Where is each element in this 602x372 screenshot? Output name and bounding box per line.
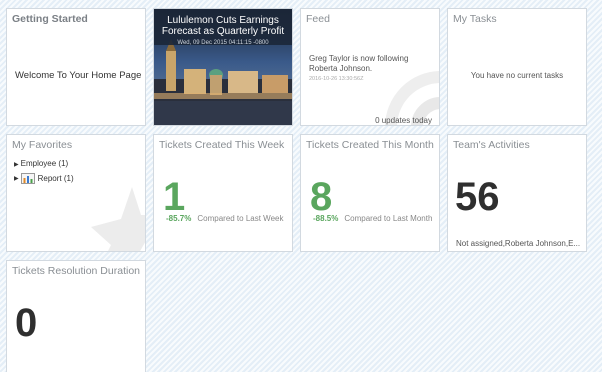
favorite-item-label[interactable]: Report (1)	[38, 174, 74, 183]
tile-title: Tickets Resolution Duration	[12, 265, 140, 277]
tile-title: Getting Started	[12, 13, 88, 25]
my-favorites-tile: My Favorites ▶ Employee (1) ▶ Report (1)	[6, 134, 146, 252]
tile-title: My Tasks	[453, 13, 497, 25]
tile-title: Team's Activities	[453, 139, 530, 151]
tickets-week-comparison: -85.7% Compared to Last Week	[166, 214, 283, 223]
feed-timestamp: 2016-10-26 13:30:56Z	[309, 76, 364, 82]
resolution-duration-tile: Tickets Resolution Duration 0	[6, 260, 146, 372]
tickets-month-value: 8	[310, 175, 333, 219]
tile-title: Tickets Created This Week	[159, 139, 285, 151]
resolution-duration-value: 0	[15, 301, 38, 345]
tickets-month-comparison: -88.5% Compared to Last Month	[313, 214, 432, 223]
feed-tile: Feed Greg Taylor is now following Robert…	[300, 8, 440, 126]
team-activities-tile: Team's Activities 56 Not assigned,Robert…	[447, 134, 587, 252]
tickets-week-value: 1	[163, 175, 186, 219]
welcome-text: Welcome To Your Home Page	[15, 70, 142, 81]
favorite-item-employee[interactable]: ▶ Employee (1)	[14, 159, 68, 168]
favorite-item-report[interactable]: ▶ Report (1)	[14, 173, 74, 184]
tickets-month-tile: Tickets Created This Month 8 -88.5% Compa…	[300, 134, 440, 252]
news-tile[interactable]: Lululemon Cuts Earnings Forecast as Quar…	[153, 8, 293, 126]
no-tasks-text: You have no current tasks	[470, 71, 564, 80]
tickets-week-tile: Tickets Created This Week 1 -85.7% Compar…	[153, 134, 293, 252]
star-icon	[91, 187, 145, 251]
tickets-month-change: -88.5%	[313, 214, 339, 223]
report-icon	[20, 173, 35, 184]
comparison-label: Compared to Last Month	[344, 214, 433, 223]
getting-started-tile: Getting Started Welcome To Your Home Pag…	[6, 8, 146, 126]
feed-updates: 0 updates today	[375, 116, 432, 125]
comparison-label: Compared to Last Week	[197, 214, 284, 223]
feed-message: Greg Taylor is now following Roberta Joh…	[309, 54, 409, 73]
tickets-week-change: -85.7%	[166, 214, 192, 223]
expand-arrow-icon[interactable]: ▶	[14, 175, 19, 182]
tile-title: Tickets Created This Month	[306, 139, 434, 151]
team-activities-value: 56	[455, 175, 500, 219]
news-headline[interactable]: Lululemon Cuts Earnings Forecast as Quar…	[154, 15, 292, 37]
expand-arrow-icon[interactable]: ▶	[14, 162, 19, 168]
favorite-item-label[interactable]: Employee (1)	[21, 159, 69, 168]
team-activities-note: Not assigned,Roberta Johnson,E...	[456, 239, 581, 248]
my-tasks-tile: My Tasks You have no current tasks	[447, 8, 587, 126]
news-date: Wed, 09 Dec 2015 04:11:15 -0800	[177, 40, 269, 46]
